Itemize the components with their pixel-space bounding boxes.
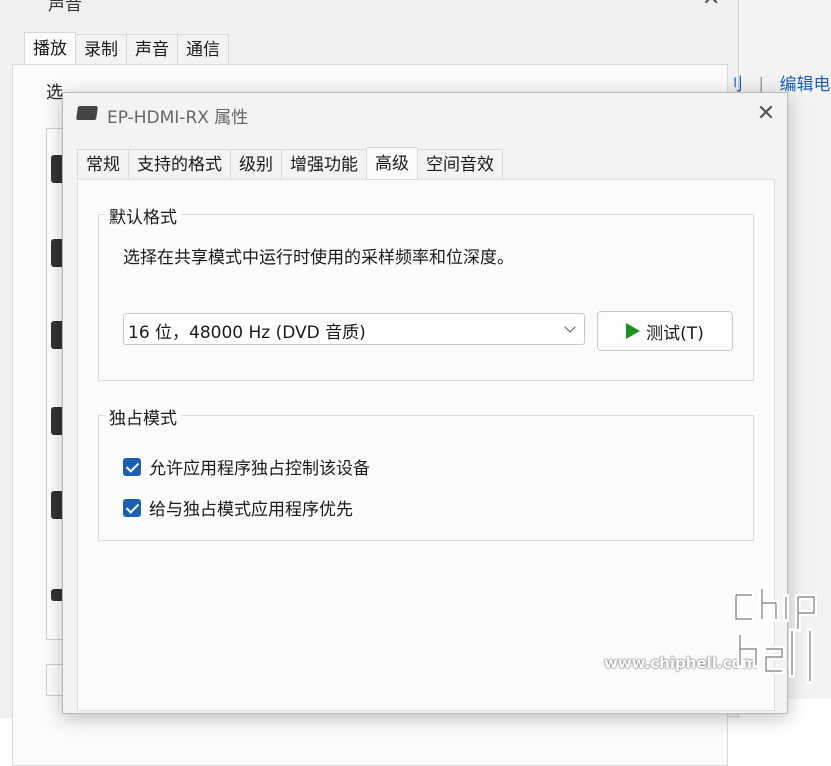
allow-exclusive-checkbox[interactable]	[123, 457, 141, 476]
sample-rate-value: 16 位，48000 Hz (DVD 音质)	[128, 323, 366, 343]
tab-communications[interactable]: 通信	[177, 34, 229, 65]
tab-playback[interactable]: 播放	[24, 32, 76, 65]
test-button[interactable]: 测试(T)	[597, 311, 733, 351]
exclusive-priority-checkbox-row[interactable]: 给与独占模式应用程序优先	[123, 495, 353, 520]
default-format-description: 选择在共享模式中运行时使用的采样频率和位深度。	[123, 248, 514, 268]
exclusive-priority-checkbox[interactable]	[123, 498, 141, 517]
default-format-title: 默认格式	[105, 203, 181, 228]
sound-window-close-icon[interactable]: ✕	[702, 0, 720, 11]
tab-supported-formats[interactable]: 支持的格式	[128, 149, 231, 180]
sound-window-title: 声音	[48, 0, 82, 15]
tab-spatial-sound[interactable]: 空间音效	[417, 149, 503, 180]
default-format-group: 默认格式 选择在共享模式中运行时使用的采样频率和位深度。 16 位，48000 …	[98, 203, 754, 381]
play-icon	[626, 323, 641, 339]
tab-enhancements[interactable]: 增强功能	[281, 149, 367, 180]
exclusive-mode-group: 独占模式 允许应用程序独占控制该设备 给与独占模式应用程序优先	[98, 404, 754, 541]
exclusive-priority-label: 给与独占模式应用程序优先	[149, 500, 353, 520]
select-device-label: 选	[46, 83, 63, 103]
tab-general[interactable]: 常规	[77, 149, 129, 180]
close-icon[interactable]: ✕	[751, 99, 781, 129]
properties-dialog: EP-HDMI-RX 属性 ✕ 常规 支持的格式 级别 增强功能 高级 空间音效…	[62, 92, 788, 714]
speaker-icon	[76, 106, 98, 120]
tab-levels[interactable]: 级别	[230, 149, 282, 180]
chiphell-logo-icon	[733, 586, 817, 684]
sound-window-tabs: 播放 录制 声音 通信	[24, 32, 229, 65]
dialog-tabs: 常规 支持的格式 级别 增强功能 高级 空间音效	[77, 147, 503, 180]
dialog-title: EP-HDMI-RX 属性	[107, 108, 249, 128]
allow-exclusive-checkbox-row[interactable]: 允许应用程序独占控制该设备	[123, 454, 370, 479]
chevron-down-icon	[564, 321, 576, 333]
advanced-tab-body: 默认格式 选择在共享模式中运行时使用的采样频率和位深度。 16 位，48000 …	[77, 179, 775, 711]
tab-sounds[interactable]: 声音	[126, 34, 178, 65]
tab-advanced[interactable]: 高级	[366, 147, 418, 180]
allow-exclusive-label: 允许应用程序独占控制该设备	[149, 459, 370, 479]
exclusive-mode-title: 独占模式	[105, 404, 181, 429]
sample-rate-dropdown[interactable]: 16 位，48000 Hz (DVD 音质)	[123, 313, 585, 345]
test-button-label: 测试(T)	[646, 323, 704, 344]
tab-recording[interactable]: 录制	[75, 34, 127, 65]
dialog-titlebar[interactable]: EP-HDMI-RX 属性 ✕	[63, 93, 787, 137]
